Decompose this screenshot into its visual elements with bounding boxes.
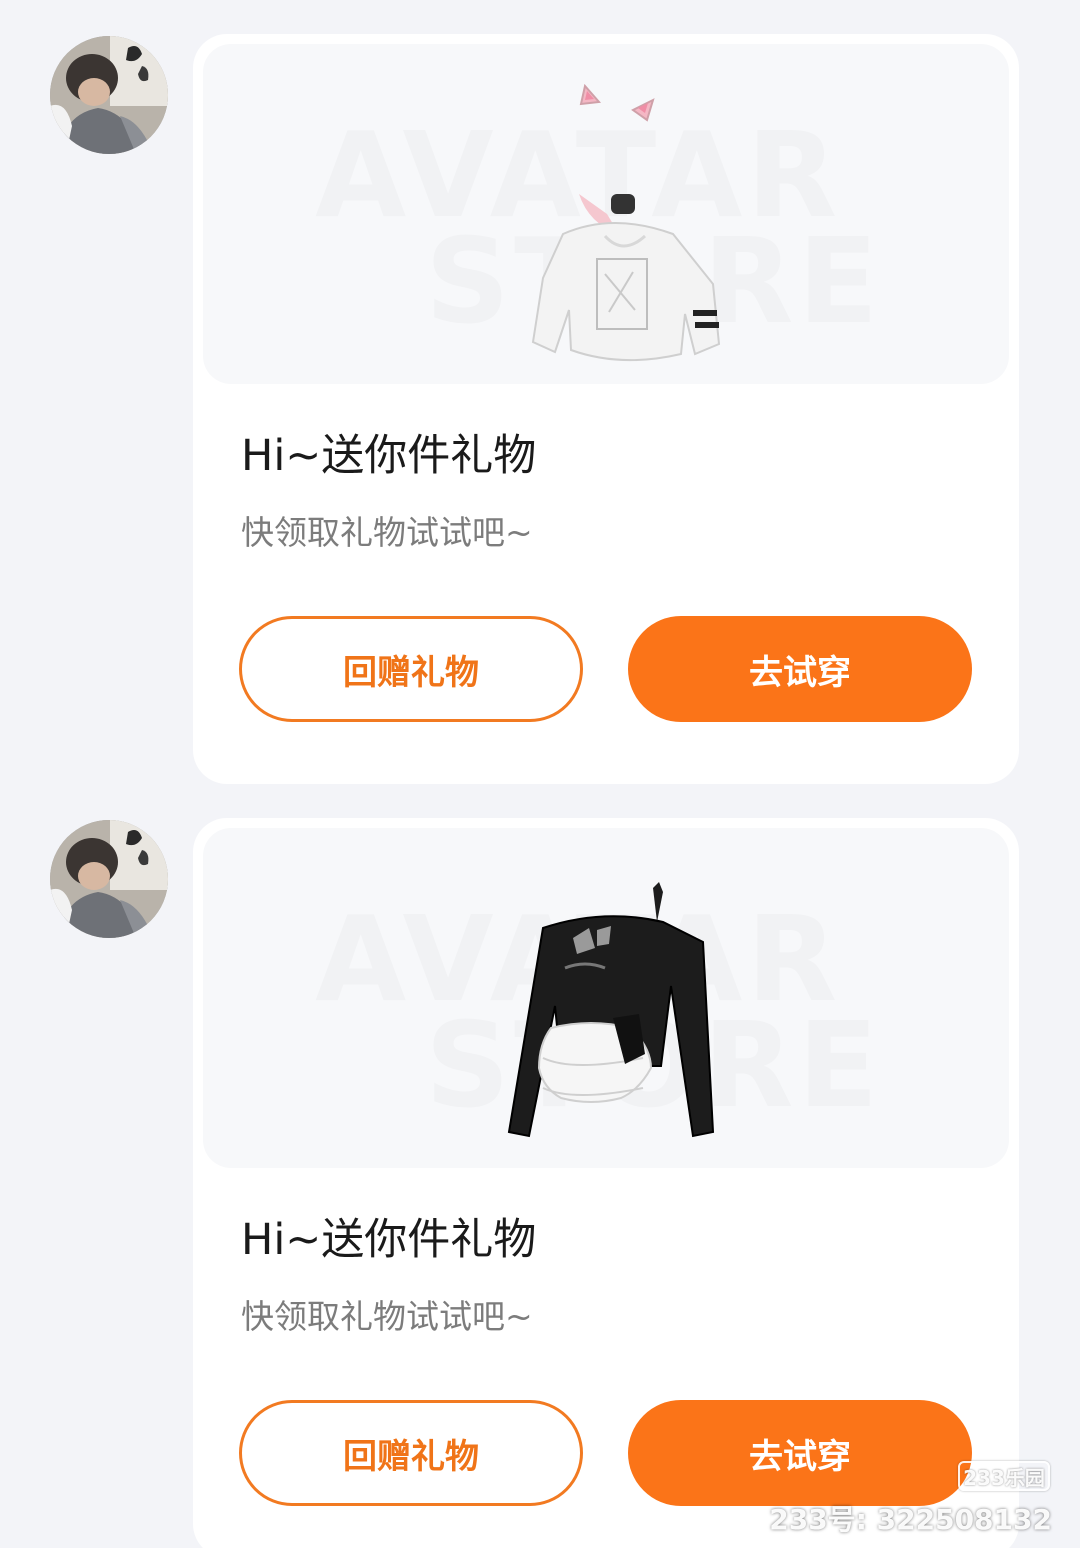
site-id-watermark: 233号: 322508132 [769, 1503, 1052, 1536]
return-gift-button[interactable]: 回赠礼物 [239, 616, 583, 722]
try-on-button[interactable]: 去试穿 [628, 616, 972, 722]
avatar[interactable] [50, 820, 168, 938]
gift-title: Hi~送你件礼物 [241, 431, 537, 481]
gift-subtitle: 快领取礼物试试吧~ [241, 1297, 533, 1336]
avatar[interactable] [50, 36, 168, 154]
gift-card: AVATAR STORE [193, 34, 1019, 784]
sweater-item-icon [531, 84, 721, 362]
gift-title: Hi~送你件礼物 [241, 1215, 537, 1265]
chat-page: AVATAR STORE [0, 0, 1080, 1548]
try-on-button[interactable]: 去试穿 [628, 1400, 972, 1506]
dress-item-icon [507, 882, 715, 1138]
item-preview[interactable]: AVATAR STORE [203, 828, 1009, 1168]
gift-subtitle: 快领取礼物试试吧~ [241, 513, 533, 552]
gift-card: AVATAR STORE Hi~送你件礼物 快 [193, 818, 1019, 1548]
return-gift-button[interactable]: 回赠礼物 [239, 1400, 583, 1506]
item-preview[interactable]: AVATAR STORE [203, 44, 1009, 384]
site-logo-watermark: 233乐园 [958, 1461, 1050, 1491]
